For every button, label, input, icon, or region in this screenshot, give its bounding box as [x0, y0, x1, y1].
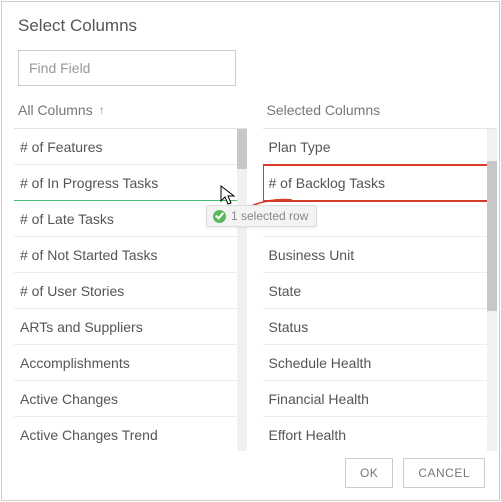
- list-item[interactable]: # of Backlog Tasks: [263, 165, 498, 201]
- dialog-footer: OK CANCEL: [345, 458, 485, 488]
- list-item[interactable]: # of Features: [14, 129, 247, 165]
- all-columns-header-label: All Columns: [18, 102, 93, 118]
- ok-button[interactable]: OK: [345, 458, 393, 488]
- list-item[interactable]: State: [263, 273, 498, 309]
- list-item[interactable]: Accomplishments: [14, 345, 247, 381]
- drag-tooltip-label: 1 selected row: [231, 209, 308, 223]
- drag-tooltip: 1 selected row: [206, 205, 317, 227]
- search-wrap: [2, 42, 499, 96]
- columns-area: All Columns ↑ # of Features # of In Prog…: [2, 96, 499, 451]
- selected-columns-header-label: Selected Columns: [267, 102, 381, 118]
- all-columns-panel: All Columns ↑ # of Features # of In Prog…: [2, 96, 251, 451]
- selected-columns-list: Plan Type # of Backlog Tasks Business Un…: [263, 129, 498, 451]
- list-item[interactable]: Business Unit: [263, 237, 498, 273]
- selected-columns-list-wrap: Plan Type # of Backlog Tasks Business Un…: [263, 128, 498, 451]
- list-item[interactable]: # of Not Started Tasks: [14, 237, 247, 273]
- list-item[interactable]: ARTs and Suppliers: [14, 309, 247, 345]
- list-item[interactable]: Plan Type: [263, 129, 498, 165]
- select-columns-dialog: Select Columns All Columns ↑ # of Featur…: [1, 1, 500, 501]
- list-item[interactable]: Active Changes Trend: [14, 417, 247, 451]
- scrollbar-thumb[interactable]: [237, 129, 247, 169]
- check-circle-icon: [213, 210, 226, 223]
- list-item[interactable]: # of In Progress Tasks: [14, 165, 247, 201]
- scrollbar-track[interactable]: [237, 129, 247, 451]
- list-item[interactable]: Effort Health: [263, 417, 498, 451]
- list-item[interactable]: Active Changes: [14, 381, 247, 417]
- search-input[interactable]: [18, 50, 236, 86]
- all-columns-header[interactable]: All Columns ↑: [14, 96, 251, 128]
- all-columns-list-wrap: # of Features # of In Progress Tasks # o…: [14, 128, 247, 451]
- sort-asc-icon: ↑: [99, 103, 105, 117]
- list-item[interactable]: # of User Stories: [14, 273, 247, 309]
- scrollbar-thumb[interactable]: [487, 161, 497, 311]
- list-item[interactable]: Status: [263, 309, 498, 345]
- cancel-button[interactable]: CANCEL: [403, 458, 485, 488]
- selected-columns-header[interactable]: Selected Columns: [263, 96, 498, 128]
- scrollbar-track[interactable]: [487, 129, 497, 451]
- list-item[interactable]: Schedule Health: [263, 345, 498, 381]
- all-columns-list: # of Features # of In Progress Tasks # o…: [14, 129, 247, 451]
- dialog-title: Select Columns: [2, 2, 499, 42]
- selected-columns-panel: Selected Columns Plan Type # of Backlog …: [251, 96, 500, 451]
- list-item[interactable]: Financial Health: [263, 381, 498, 417]
